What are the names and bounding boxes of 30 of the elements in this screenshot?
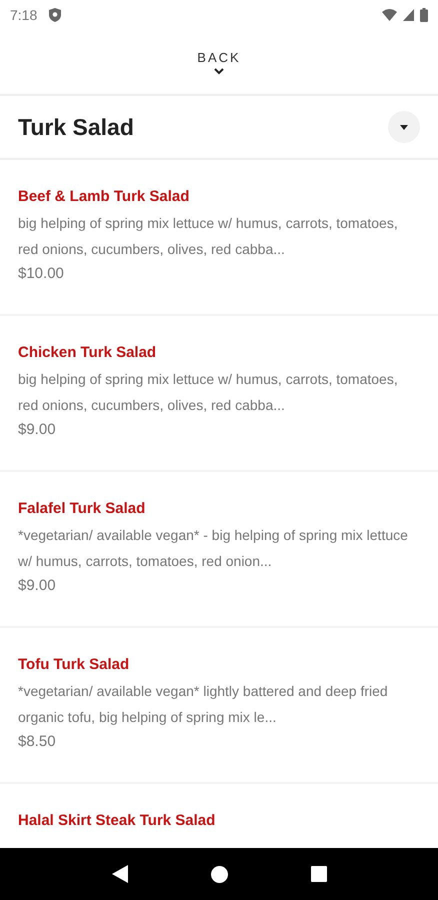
item-description: big helping of spring mix lettuce w/ humus, carrots, tomatoes, red onions, cucumbers, olives, red cabba... <box>18 214 399 259</box>
menu-item[interactable]: Tofu Turk Salad *vegetarian/ available vegan* lightly battered and deep fried organic tofu, big helping of spring mix le... $8.50 <box>0 628 438 784</box>
shield-icon <box>49 8 62 22</box>
menu-item[interactable]: Beef & Lamb Turk Salad big helping of spring mix lettuce w/ humus, carrots, tomatoes, red onions, cucumbers, olives, red cabba... $10.00 <box>0 160 438 316</box>
item-description: *vegetarian/ available vegan* - big helping of spring mix lettuce w/ humus, carrots, tomatoes, red onion... <box>18 526 409 571</box>
back-button[interactable]: BACK <box>189 46 249 78</box>
back-nav-icon[interactable] <box>112 865 128 883</box>
menu-item[interactable]: Falafel Turk Salad *vegetarian/ available vegan* - big helping of spring mix lettuce w/ humus, carrots, tomatoes, red onion... $9.00 <box>0 472 438 628</box>
item-price: $9.00 <box>18 577 56 594</box>
status-time: 7:18 <box>10 7 38 23</box>
item-name: Halal Skirt Steak Turk Salad <box>18 812 216 829</box>
home-nav-icon[interactable] <box>210 866 228 882</box>
item-price: $9.00 <box>18 421 56 438</box>
chevron-down-icon <box>214 68 224 74</box>
recents-nav-icon[interactable] <box>310 866 326 882</box>
battery-icon <box>420 8 428 22</box>
wifi-icon <box>382 9 397 21</box>
menu-item[interactable]: Chicken Turk Salad big helping of spring mix lettuce w/ humus, carrots, tomatoes, red onions, cucumbers, olives, red cabba... $9.00 <box>0 316 438 472</box>
item-name: Falafel Turk Salad <box>18 500 146 517</box>
category-title: Turk Salad <box>18 114 134 140</box>
item-description: big helping of spring mix lettuce w/ humus, carrots, tomatoes, red onions, cucumbers, olives, red cabba... <box>18 370 399 415</box>
item-name: Chicken Turk Salad <box>18 344 156 361</box>
item-price: $8.50 <box>18 733 56 750</box>
caret-icon <box>400 124 408 130</box>
item-price: $10.00 <box>18 265 64 282</box>
item-name: Beef & Lamb Turk Salad <box>18 188 190 205</box>
item-description: *vegetarian/ available vegan* lightly battered and deep fried organic tofu, big helping of spring mix le... <box>18 682 389 727</box>
item-name: Tofu Turk Salad <box>18 656 130 673</box>
collapse-button[interactable] <box>388 111 420 143</box>
signal-icon <box>403 9 414 21</box>
